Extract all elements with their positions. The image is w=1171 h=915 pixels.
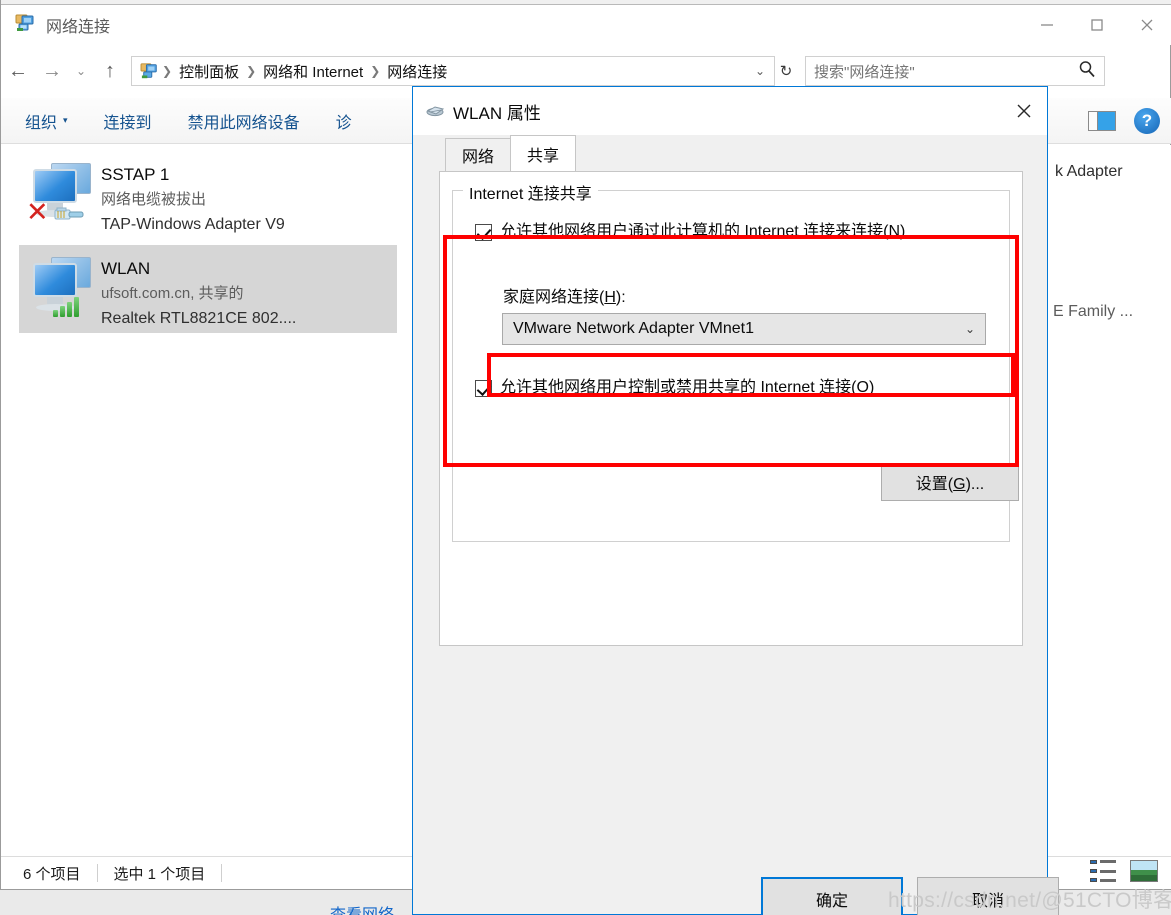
home-network-connection-select[interactable]: VMware Network Adapter VMnet1 ⌄ <box>502 313 986 345</box>
settings-button[interactable]: 设置(G)... <box>881 463 1019 501</box>
accelerator-key: G <box>953 476 966 493</box>
breadcrumb-item-network-connections[interactable]: 网络连接 <box>382 61 452 82</box>
cancel-button[interactable]: 取消 <box>917 877 1059 915</box>
occluded-device-text: k Adapter <box>1055 163 1123 180</box>
large-icons-view-icon[interactable] <box>1130 860 1158 882</box>
toolbar-item-organize[interactable]: 组织 ▾ <box>25 109 68 133</box>
connection-status: ufsoft.com.cn, 共享的 <box>101 285 244 302</box>
up-button[interactable]: ↑ <box>93 54 127 88</box>
details-view-icon[interactable] <box>1090 860 1116 882</box>
accelerator-key: O <box>856 379 869 396</box>
breadcrumb-root-icon <box>136 62 160 80</box>
maximize-button[interactable] <box>1072 5 1122 45</box>
dialog-title: WLAN 属性 <box>453 103 541 123</box>
red-x-icon: ✕ <box>26 197 49 227</box>
breadcrumb-item-network-internet[interactable]: 网络和 Internet <box>258 61 368 82</box>
ethernet-cable-icon <box>53 205 87 223</box>
label-text-after: ) <box>900 223 906 240</box>
connection-name: WLAN <box>101 259 151 278</box>
breadcrumb-item-control-panel[interactable]: 控制面板 <box>174 61 244 82</box>
toolbar-item-diagnose[interactable]: 诊 <box>336 109 352 133</box>
tab-network[interactable]: 网络 <box>445 138 512 171</box>
list-item-text: SSTAP 1 网络电缆被拔出 TAP-Windows Adapter V9 <box>101 159 285 237</box>
close-button[interactable] <box>1122 5 1171 45</box>
list-item-text: WLAN ufsoft.com.cn, 共享的 Realtek RTL8821C… <box>101 253 296 331</box>
allow-other-users-control-label: 允许其他网络用户控制或禁用共享的 Internet 连接(O) <box>500 377 874 399</box>
network-adapter-icon: ✕ <box>25 159 101 231</box>
label-text-after: ) <box>868 379 875 396</box>
label-text-after: )... <box>965 476 985 493</box>
window-title-group: 网络连接 <box>1 13 110 38</box>
connection-status: 网络电缆被拔出 <box>101 191 207 208</box>
connection-device: Realtek RTL8821CE 802.... <box>101 310 297 327</box>
label-text: 允许其他网络用户控制或禁用共享的 Internet 连接( <box>500 379 857 396</box>
chevron-down-icon: ⌄ <box>964 322 975 336</box>
allow-other-users-connect-checkbox[interactable] <box>475 224 492 241</box>
label-text: 家庭网络连接( <box>503 289 605 306</box>
toolbar-item-label: 组织 <box>25 114 58 132</box>
recent-locations-button[interactable]: ⌄ <box>69 54 93 88</box>
allow-other-users-connect-row[interactable]: 允许其他网络用户通过此计算机的 Internet 连接来连接(N) <box>475 221 905 243</box>
address-bar[interactable]: ❯ 控制面板 ❯ 网络和 Internet ❯ 网络连接 ⌄ <box>131 56 775 86</box>
address-bar-actions: ⌄ <box>750 64 770 78</box>
home-network-connection-value: VMware Network Adapter VMnet1 <box>513 320 754 337</box>
search-icon <box>1078 60 1096 83</box>
label-text-after: ): <box>615 289 626 306</box>
breadcrumb-separator: ❯ <box>162 64 173 78</box>
chevron-down-icon: ▾ <box>63 115 68 125</box>
forward-button[interactable]: → <box>35 54 69 88</box>
accelerator-key: H <box>604 289 616 306</box>
status-selection: 选中 1 个项目 <box>113 865 206 883</box>
dialog-close-button[interactable] <box>1001 87 1047 135</box>
list-item[interactable]: WLAN ufsoft.com.cn, 共享的 Realtek RTL8821C… <box>19 245 397 333</box>
screen-root: 网络连接 ← → ⌄ ↑ ❯ 控制面板 ❯ 网络和 Internet ❯ 网络连… <box>0 0 1171 915</box>
status-divider <box>96 864 98 882</box>
label-text: 设置( <box>915 476 954 493</box>
search-box[interactable]: 搜索"网络连接" <box>805 56 1105 86</box>
dialog-title-bar: WLAN 属性 <box>413 87 1047 135</box>
window-title: 网络连接 <box>46 19 111 36</box>
network-adapter-icon <box>25 253 101 325</box>
toolbar-right-group: ? <box>1088 98 1160 144</box>
chevron-down-icon[interactable]: ⌄ <box>750 64 770 78</box>
search-input[interactable]: 搜索"网络连接" <box>814 61 1078 82</box>
refresh-icon[interactable]: ↻ <box>775 62 797 80</box>
view-network-link[interactable]: 查看网络 <box>330 901 394 915</box>
sharing-tab-panel: Internet 连接共享 允许其他网络用户通过此计算机的 Internet 连… <box>439 171 1023 646</box>
connection-device: TAP-Windows Adapter V9 <box>101 216 285 233</box>
allow-other-users-control-checkbox[interactable] <box>475 380 492 397</box>
network-adapter-icon <box>425 103 447 119</box>
tab-sharing[interactable]: 共享 <box>510 135 577 171</box>
help-icon[interactable]: ? <box>1134 108 1160 134</box>
occluded-device-text: E Family ... <box>1053 303 1134 320</box>
minimize-button[interactable] <box>1022 5 1072 45</box>
toolbar-item-disable-device[interactable]: 禁用此网络设备 <box>188 109 300 133</box>
group-title: Internet 连接共享 <box>463 180 598 204</box>
allow-other-users-connect-label: 允许其他网络用户通过此计算机的 Internet 连接来连接(N) <box>500 221 905 243</box>
wifi-signal-icon <box>53 295 79 317</box>
preview-pane-icon[interactable] <box>1088 111 1116 131</box>
window-controls <box>1022 5 1171 45</box>
address-bar-row: ← → ⌄ ↑ ❯ 控制面板 ❯ 网络和 Internet ❯ 网络连接 ⌄ ↻… <box>1 52 1171 90</box>
accelerator-key: N <box>888 223 901 240</box>
ok-button[interactable]: 确定 <box>761 877 903 915</box>
status-divider <box>221 864 223 882</box>
list-item[interactable]: ✕ SSTAP 1 网络电缆被拔出 TAP-Windows Adapter V9 <box>19 151 397 239</box>
wlan-properties-dialog: WLAN 属性 网络 共享 Internet 连接共享 允许其他网络用户通过此计… <box>412 86 1059 915</box>
connection-name: SSTAP 1 <box>101 165 170 184</box>
label-text: 允许其他网络用户通过此计算机的 Internet 连接来连接( <box>500 223 889 240</box>
allow-other-users-control-row[interactable]: 允许其他网络用户控制或禁用共享的 Internet 连接(O) <box>475 377 874 399</box>
back-button[interactable]: ← <box>1 54 35 88</box>
toolbar-item-connect-to[interactable]: 连接到 <box>104 109 152 133</box>
network-connections-icon <box>15 13 37 38</box>
view-mode-buttons <box>1090 860 1158 882</box>
button-label: 设置(G)... <box>916 470 984 494</box>
status-item-count: 6 个项目 <box>23 865 81 883</box>
home-network-connection-label: 家庭网络连接(H): <box>503 283 626 307</box>
breadcrumb-separator: ❯ <box>370 64 381 78</box>
breadcrumb-separator: ❯ <box>246 64 257 78</box>
window-title-bar: 网络连接 <box>1 5 1171 45</box>
dialog-tabstrip: 网络 共享 <box>413 135 1047 171</box>
internet-connection-sharing-group: Internet 连接共享 允许其他网络用户通过此计算机的 Internet 连… <box>452 180 1019 542</box>
